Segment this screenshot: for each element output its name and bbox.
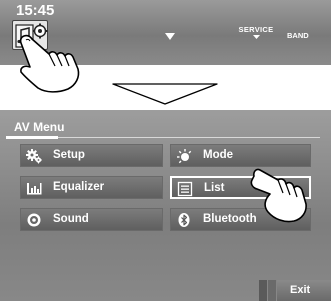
pointing-hand-icon	[250, 168, 307, 223]
service-button[interactable]: SERVICE	[238, 25, 274, 39]
equalizer-icon	[27, 183, 42, 195]
setup-label: Setup	[53, 149, 85, 161]
equalizer-label: Equalizer	[53, 181, 105, 193]
caret-down-icon[interactable]	[165, 33, 175, 40]
transition-arrow-icon	[112, 83, 218, 105]
sound-label: Sound	[53, 213, 89, 225]
service-caret-icon	[252, 35, 260, 39]
list-label: List	[204, 182, 225, 194]
exit-button[interactable]: Exit	[277, 280, 331, 301]
equalizer-button[interactable]: Equalizer	[20, 176, 163, 199]
gear-icon	[26, 149, 42, 164]
title-underline	[6, 136, 58, 139]
menu-title: AV Menu	[14, 120, 65, 134]
list-icon	[177, 181, 193, 197]
exit-label: Exit	[290, 284, 311, 296]
scroll-indicator-bar	[268, 280, 276, 301]
scroll-indicator-bar	[259, 280, 267, 301]
speaker-icon	[27, 213, 41, 227]
clock: 15:45	[16, 2, 55, 19]
service-label: SERVICE	[238, 25, 274, 34]
bluetooth-icon	[178, 213, 190, 227]
mode-label: Mode	[203, 149, 234, 161]
pointing-hand-icon	[19, 34, 80, 93]
mode-button[interactable]: Mode	[170, 144, 311, 167]
title-divider	[58, 137, 320, 138]
setup-button[interactable]: Setup	[20, 144, 163, 167]
sun-icon	[177, 149, 192, 164]
sound-button[interactable]: Sound	[20, 208, 163, 231]
band-button[interactable]: BAND	[287, 31, 309, 40]
